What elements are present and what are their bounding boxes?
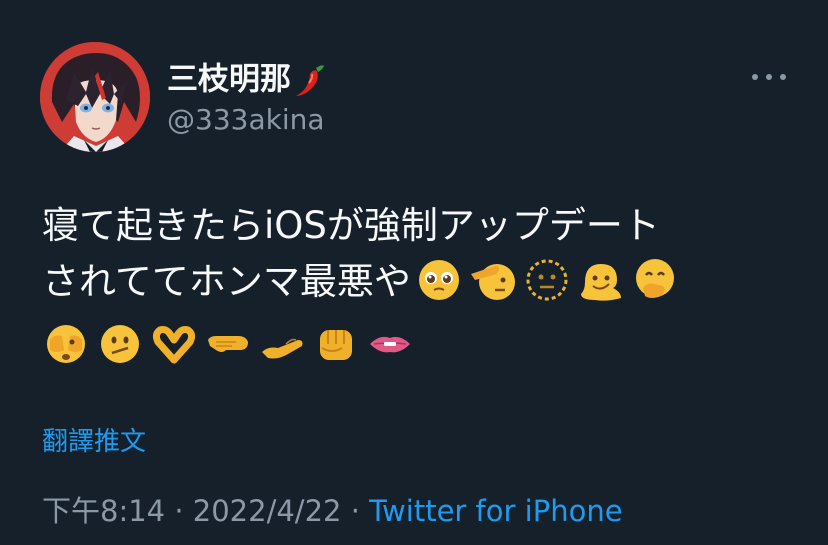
face-with-peeking-eye-emoji <box>42 320 90 368</box>
biting-lip-emoji <box>366 320 414 368</box>
separator: · <box>174 494 184 528</box>
leftwards-hand-emoji <box>204 320 252 368</box>
saluting-face-emoji <box>469 256 517 304</box>
more-options-button[interactable] <box>752 64 786 90</box>
melting-face-emoji <box>577 256 625 304</box>
avatar[interactable] <box>40 42 150 152</box>
tweet-text-line: されててホンマ最悪や <box>42 254 812 310</box>
tweet-metadata: 下午8:14 · 2022/4/22 · Twitter for iPhone <box>42 492 623 530</box>
tweet-text-line: 寝て起きたらiOSが強制アップデート <box>42 204 660 247</box>
author-handle[interactable]: @333akina <box>167 102 325 138</box>
tweet-text: 寝て起きたらiOSが強制アップデート されててホンマ最悪や <box>42 198 812 310</box>
tweet-time[interactable]: 下午8:14 <box>42 494 165 528</box>
separator: · <box>350 494 360 528</box>
tweet-text-segment: されててホンマ最悪や <box>42 260 411 303</box>
heart-hands-emoji <box>150 320 198 368</box>
display-name-text: 三枝明那 <box>167 61 291 98</box>
author-display-name[interactable]: 三枝明那 <box>167 58 328 100</box>
more-horizontal-icon <box>752 74 758 80</box>
tweet-emoji-line <box>42 318 414 370</box>
oncoming-fist-emoji <box>312 320 360 368</box>
tweet-source-link[interactable]: Twitter for iPhone <box>369 494 622 528</box>
hand-over-mouth-emoji <box>631 256 679 304</box>
tweet-date[interactable]: 2022/4/22 <box>193 494 342 528</box>
translate-tweet-link[interactable]: 翻譯推文 <box>42 425 146 459</box>
hot-pepper-emoji <box>294 60 328 100</box>
more-horizontal-icon <box>780 74 786 80</box>
face-with-diagonal-mouth-emoji <box>96 320 144 368</box>
palm-up-hand-emoji <box>258 320 306 368</box>
dotted-line-face-emoji <box>523 256 571 304</box>
more-horizontal-icon <box>766 74 772 80</box>
pleading-face-emoji <box>415 256 463 304</box>
